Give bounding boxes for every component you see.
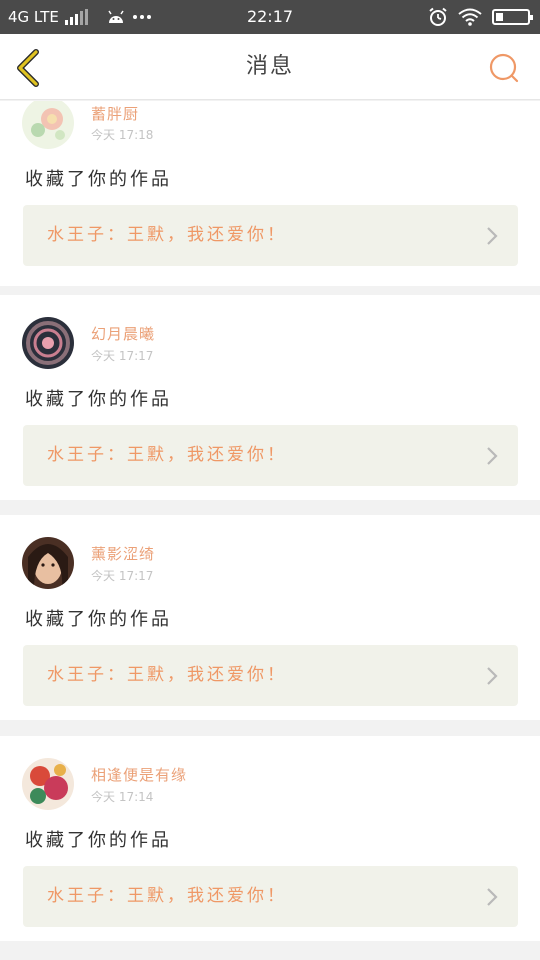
avatar[interactable] <box>22 537 74 589</box>
avatar[interactable] <box>22 101 74 149</box>
action-text: 收藏了你的作品 <box>25 389 172 410</box>
avatar[interactable] <box>22 758 74 810</box>
work-link[interactable]: 水王子：王默，我还爱你！ <box>23 205 518 266</box>
username[interactable]: 幻月晨曦 <box>91 323 155 344</box>
chevron-right-icon <box>487 447 498 465</box>
battery-icon <box>492 9 533 25</box>
timestamp: 今天 17:17 <box>91 569 154 583</box>
avatar[interactable] <box>22 317 74 369</box>
chevron-right-icon <box>487 227 498 245</box>
work-link[interactable]: 水王子：王默，我还爱你！ <box>23 866 518 927</box>
status-bar: 4G LTE 22:17 <box>0 0 540 34</box>
username[interactable]: 蓄胖厨 <box>91 103 139 124</box>
action-text: 收藏了你的作品 <box>25 830 172 851</box>
work-link[interactable]: 水王子：王默，我还爱你！ <box>23 425 518 486</box>
search-button[interactable] <box>488 52 520 84</box>
alarm-icon <box>429 7 447 26</box>
timestamp: 今天 17:14 <box>91 790 154 804</box>
search-icon <box>489 53 519 83</box>
message-list[interactable]: 蓄胖厨 今天 17:18 收藏了你的作品 水王子：王默，我还爱你！ 幻月晨曦 今… <box>0 101 540 960</box>
message-card: 蓄胖厨 今天 17:18 收藏了你的作品 水王子：王默，我还爱你！ <box>0 101 540 286</box>
action-text: 收藏了你的作品 <box>25 609 172 630</box>
work-title: 水王子：王默，我还爱你！ <box>47 886 287 906</box>
chevron-right-icon <box>487 888 498 906</box>
action-text: 收藏了你的作品 <box>25 169 172 190</box>
message-card: 幻月晨曦 今天 17:17 收藏了你的作品 水王子：王默，我还爱你！ <box>0 295 540 500</box>
username[interactable]: 薰影涩绮 <box>91 543 155 564</box>
chevron-right-icon <box>487 667 498 685</box>
timestamp: 今天 17:18 <box>91 128 154 142</box>
work-title: 水王子：王默，我还爱你！ <box>47 665 287 685</box>
work-title: 水王子：王默，我还爱你！ <box>47 445 287 465</box>
header: 消息 <box>0 34 540 100</box>
wifi-icon <box>458 8 482 26</box>
username[interactable]: 相逢便是有缘 <box>91 764 187 785</box>
message-card: 相逢便是有缘 今天 17:14 收藏了你的作品 水王子：王默，我还爱你！ <box>0 736 540 941</box>
message-card: 薰影涩绮 今天 17:17 收藏了你的作品 水王子：王默，我还爱你！ <box>0 515 540 720</box>
work-link[interactable]: 水王子：王默，我还爱你！ <box>23 645 518 706</box>
work-title: 水王子：王默，我还爱你！ <box>47 225 287 245</box>
timestamp: 今天 17:17 <box>91 349 154 363</box>
page-title: 消息 <box>245 54 294 79</box>
status-right <box>428 0 533 34</box>
